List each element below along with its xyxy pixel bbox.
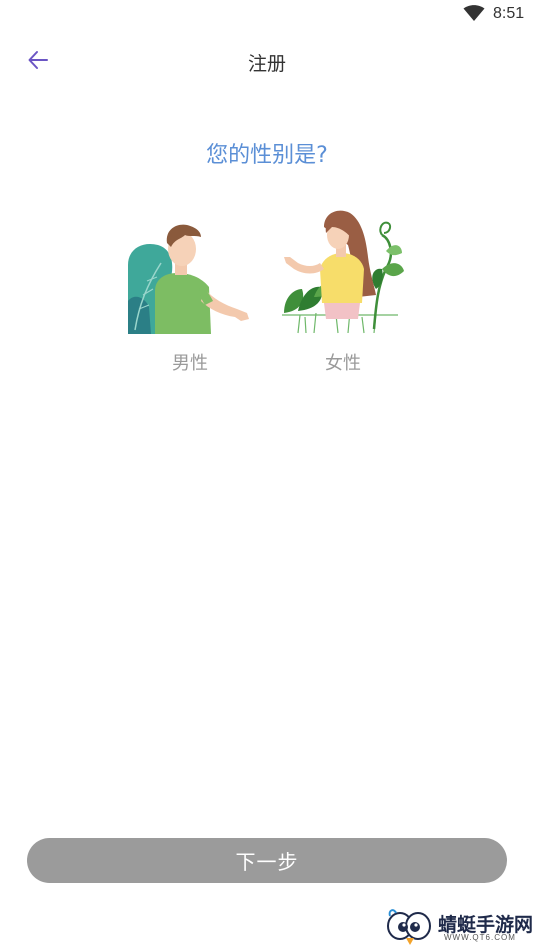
watermark-url: WWW.QT6.COM bbox=[444, 933, 516, 942]
dragonfly-logo-icon bbox=[387, 909, 431, 945]
watermark: 蜻蜓手游网 WWW.QT6.COM bbox=[386, 906, 533, 946]
female-illustration bbox=[282, 210, 404, 334]
gender-question: 您的性别是? bbox=[206, 143, 328, 168]
gender-option-female[interactable]: 女性 bbox=[278, 205, 408, 380]
status-time: 8:51 bbox=[493, 5, 525, 22]
gender-option-male[interactable]: 男性 bbox=[125, 205, 255, 380]
wifi-icon bbox=[463, 5, 485, 21]
gender-label-female: 女性 bbox=[325, 353, 361, 374]
status-bar: 8:51 bbox=[0, 0, 534, 28]
next-step-button[interactable]: 下一步 bbox=[27, 838, 507, 883]
male-illustration bbox=[128, 224, 249, 334]
page-title: 注册 bbox=[247, 53, 286, 75]
gender-label-male: 男性 bbox=[172, 353, 208, 374]
